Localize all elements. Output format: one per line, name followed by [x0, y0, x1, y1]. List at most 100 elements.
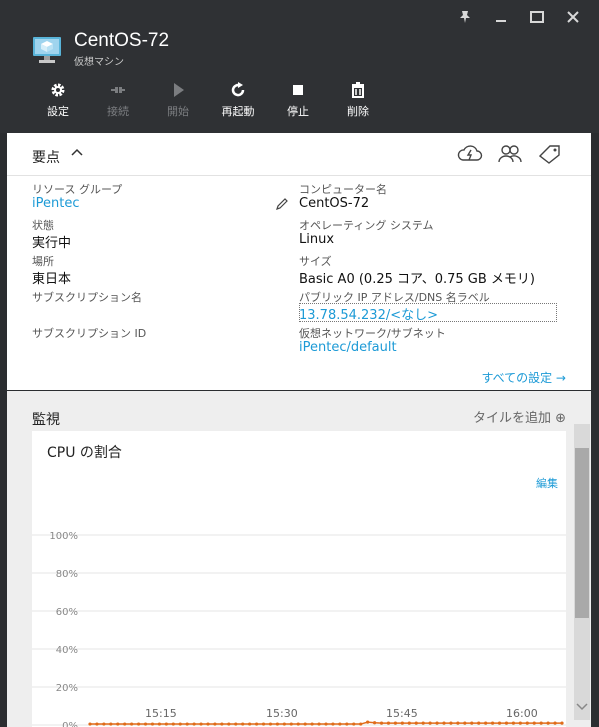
- vertical-scrollbar[interactable]: [574, 424, 590, 720]
- start-label: 開始: [167, 105, 189, 118]
- delete-button[interactable]: 削除: [328, 82, 388, 119]
- add-tile-button[interactable]: タイルを追加 ⊕: [473, 407, 566, 426]
- data-point: [366, 720, 370, 724]
- data-point: [227, 722, 231, 726]
- data-point: [442, 721, 446, 725]
- data-point: [359, 722, 363, 726]
- data-point: [546, 721, 550, 725]
- data-point: [248, 722, 252, 726]
- size-label: サイズ: [299, 255, 332, 268]
- connect-label: 接続: [107, 105, 129, 118]
- data-point: [435, 721, 439, 725]
- data-point: [220, 722, 224, 726]
- pencil-icon[interactable]: [275, 197, 289, 211]
- essentials-actions: [457, 143, 563, 165]
- pin-icon[interactable]: [447, 6, 483, 28]
- maximize-icon[interactable]: [519, 6, 555, 28]
- data-point: [303, 722, 307, 726]
- restart-label: 再起動: [221, 105, 255, 118]
- data-point: [102, 722, 106, 726]
- connect-button[interactable]: 接続: [88, 82, 148, 119]
- cpu-tile[interactable]: CPU の割合 編集 100% 80% 60% 40% 20% 0% 15:15 15:30…: [32, 431, 566, 727]
- data-point: [511, 721, 516, 725]
- monitoring-title: 監視: [32, 412, 60, 428]
- play-icon: [174, 83, 184, 97]
- gear-icon: [51, 83, 65, 97]
- data-point: [490, 721, 495, 725]
- cpu-tile-title: CPU の割合: [47, 445, 122, 461]
- start-button[interactable]: 開始: [148, 82, 208, 119]
- data-point: [171, 722, 175, 726]
- minimize-icon[interactable]: [483, 6, 519, 28]
- monitoring-section: 監視 タイルを追加 ⊕ CPU の割合 編集 100% 80% 60% 40% 20% 0…: [7, 391, 591, 727]
- data-point: [116, 722, 120, 726]
- y-tick-label: 60%: [56, 607, 78, 618]
- vnet-label: 仮想ネットワーク/サブネット: [299, 327, 446, 340]
- data-point: [192, 722, 196, 726]
- page-subtitle: 仮想マシン: [74, 57, 124, 68]
- data-point: [254, 722, 259, 726]
- data-point: [95, 722, 99, 726]
- resource-group-label: リソース グループ: [32, 183, 123, 196]
- data-point: [206, 722, 210, 726]
- scrollbar-thumb[interactable]: [575, 448, 589, 618]
- scroll-down-icon[interactable]: [574, 700, 590, 714]
- restart-button[interactable]: 再起動: [208, 82, 268, 119]
- data-point: [123, 722, 127, 726]
- stop-label: 停止: [287, 105, 309, 118]
- data-point: [400, 721, 404, 725]
- trash-icon: [352, 82, 364, 98]
- data-point: [331, 722, 335, 726]
- stop-button[interactable]: 停止: [268, 82, 328, 119]
- settings-button[interactable]: 設定: [28, 82, 88, 119]
- data-point: [345, 722, 349, 726]
- cloud-lightning-icon[interactable]: [457, 143, 483, 165]
- data-point: [532, 721, 536, 725]
- subscription-id-label: サブスクリプション ID: [32, 327, 147, 340]
- data-point: [525, 721, 529, 725]
- data-point: [518, 721, 522, 725]
- data-point: [379, 721, 384, 725]
- data-point: [553, 721, 557, 725]
- data-point: [130, 722, 134, 726]
- users-icon[interactable]: [497, 143, 523, 165]
- all-settings-link[interactable]: すべての設定 →: [481, 369, 566, 386]
- x-tick-label: 16:00: [506, 707, 538, 720]
- data-point: [275, 722, 280, 726]
- essentials-header[interactable]: 要点: [7, 133, 591, 176]
- subscription-label: サブスクリプション名: [32, 291, 142, 304]
- close-icon[interactable]: [555, 6, 591, 28]
- data-point: [136, 722, 141, 726]
- data-point: [539, 721, 543, 725]
- data-point: [164, 722, 168, 726]
- vnet-link[interactable]: iPentec/default: [299, 340, 397, 355]
- data-point: [317, 722, 321, 726]
- connect-icon: [111, 87, 125, 93]
- data-point: [421, 721, 425, 725]
- data-point: [88, 722, 92, 726]
- chevron-up-icon[interactable]: [71, 147, 83, 159]
- public-ip-link[interactable]: 13.78.54.232/<なし>: [299, 304, 438, 323]
- y-tick-label: 20%: [56, 683, 78, 694]
- edit-link[interactable]: 編集: [536, 475, 558, 491]
- window-controls: [447, 6, 591, 28]
- data-point: [372, 721, 377, 725]
- data-point: [484, 721, 488, 725]
- tag-icon[interactable]: [537, 143, 563, 165]
- os-label: オペレーティング システム: [299, 219, 434, 232]
- y-tick-label: 0%: [62, 721, 78, 727]
- data-point: [463, 721, 467, 725]
- data-point: [296, 722, 300, 726]
- y-tick-label: 40%: [56, 645, 78, 656]
- data-point: [560, 721, 564, 725]
- data-point: [178, 722, 182, 726]
- vm-icon: [32, 36, 62, 64]
- restart-icon: [231, 82, 245, 97]
- data-point: [428, 721, 432, 725]
- data-point: [109, 722, 113, 726]
- resource-group-link[interactable]: iPentec: [32, 196, 79, 211]
- data-point: [261, 722, 266, 726]
- command-bar: 設定 接続 開始 再起動 停止 削除: [28, 82, 388, 119]
- data-point: [282, 722, 286, 726]
- data-point: [241, 722, 245, 726]
